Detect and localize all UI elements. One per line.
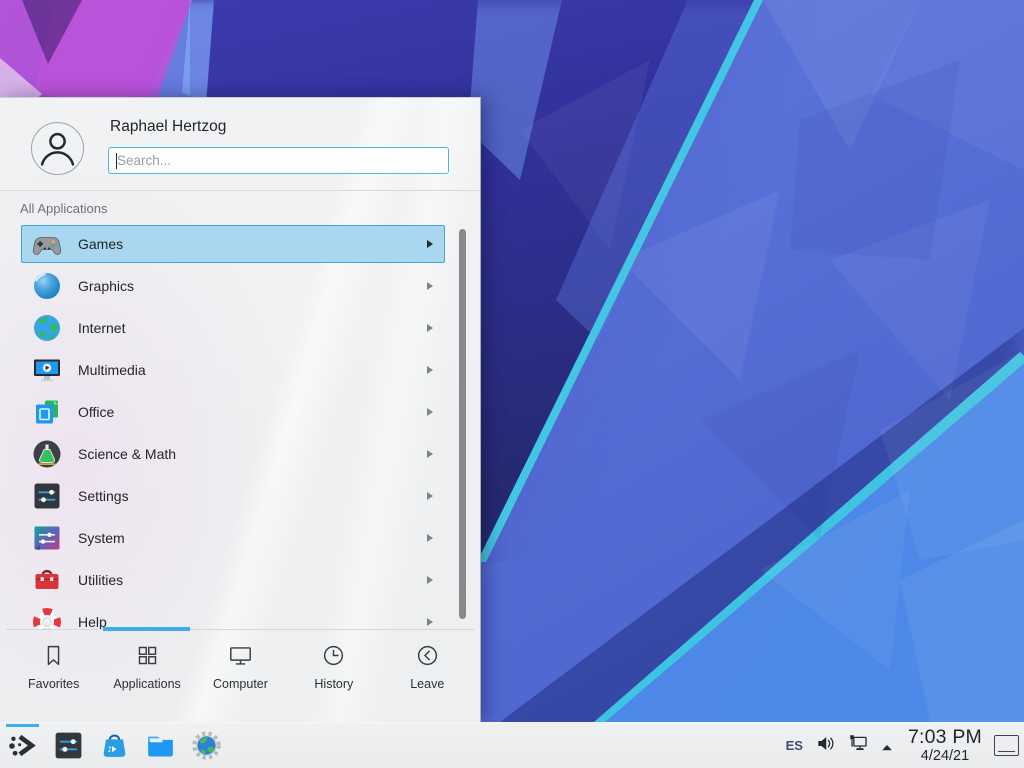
submenu-arrow-icon [427, 282, 433, 290]
tab-applications[interactable]: Applications [100, 631, 193, 721]
user-name: Raphael Hertzog [110, 118, 226, 136]
tab-label: Leave [410, 677, 444, 691]
network-icon[interactable] [847, 732, 870, 755]
tab-label: History [314, 677, 353, 691]
tab-leave[interactable]: Leave [381, 631, 474, 721]
submenu-arrow-icon [427, 324, 433, 332]
help-icon [31, 606, 63, 629]
scrollbar[interactable] [459, 229, 466, 619]
app-launcher-icon [6, 729, 39, 762]
category-office[interactable]: Office [21, 393, 445, 431]
multimedia-icon [31, 354, 63, 386]
tab-computer[interactable]: Computer [194, 631, 287, 721]
utilities-icon [31, 564, 63, 596]
folder-icon [144, 729, 177, 762]
system-icon [31, 522, 63, 554]
submenu-arrow-icon [427, 408, 433, 416]
category-label: Settings [78, 488, 129, 504]
submenu-arrow-icon [427, 576, 433, 584]
office-icon [31, 396, 63, 428]
digital-clock[interactable]: 7:03 PM 4/24/21 [908, 728, 982, 764]
taskbar: ES 7:03 PM 4/24/21 [0, 722, 1024, 768]
taskbar-launchers [6, 723, 223, 768]
system-tray: ES 7:03 PM 4/24/21 [786, 723, 1024, 768]
category-label: Multimedia [78, 362, 146, 378]
category-label: Office [78, 404, 114, 420]
category-internet[interactable]: Internet [21, 309, 445, 347]
category-label: System [78, 530, 125, 546]
monitor-icon [227, 642, 254, 669]
keyboard-layout-indicator[interactable]: ES [786, 738, 803, 753]
user-avatar[interactable] [31, 122, 84, 175]
category-graphics[interactable]: Graphics [21, 267, 445, 305]
tab-label: Computer [213, 677, 268, 691]
application-launcher-menu: Raphael Hertzog All Applications Games G… [0, 97, 481, 722]
category-label: Utilities [78, 572, 123, 588]
taskbar-launcher-application-launcher[interactable] [6, 729, 39, 762]
tab-favorites[interactable]: Favorites [7, 631, 100, 721]
submenu-arrow-icon [427, 492, 433, 500]
category-help[interactable]: Help [21, 603, 445, 629]
submenu-arrow-icon [427, 534, 433, 542]
submenu-arrow-icon [427, 240, 433, 248]
search-box[interactable] [108, 147, 449, 174]
submenu-arrow-icon [427, 366, 433, 374]
category-label: Internet [78, 320, 125, 336]
category-science-math[interactable]: Science & Math [21, 435, 445, 473]
search-input[interactable] [109, 148, 448, 173]
category-games[interactable]: Games [21, 225, 445, 263]
caret-up-icon[interactable] [880, 741, 894, 755]
category-label: Games [78, 236, 123, 252]
discover-icon [98, 729, 131, 762]
clock-icon [320, 642, 347, 669]
taskbar-launcher-discover[interactable] [98, 729, 131, 762]
volume-icon[interactable] [814, 732, 837, 755]
graphics-icon [31, 270, 63, 302]
tab-label: Applications [113, 677, 180, 691]
category-utilities[interactable]: Utilities [21, 561, 445, 599]
bookmark-icon [40, 642, 67, 669]
tab-history[interactable]: History [287, 631, 380, 721]
leave-icon [414, 642, 441, 669]
active-task-indicator [6, 724, 39, 727]
tray-icons [814, 732, 904, 760]
submenu-arrow-icon [427, 618, 433, 626]
user-icon [32, 123, 83, 174]
submenu-arrow-icon [427, 450, 433, 458]
category-list: Games Graphics Internet Multimedia Offic… [21, 225, 445, 629]
taskbar-launcher-web-browser[interactable] [190, 729, 223, 762]
gamepad-icon [31, 228, 63, 260]
desktop: Raphael Hertzog All Applications Games G… [0, 0, 1024, 768]
show-desktop-button[interactable] [994, 735, 1019, 756]
launcher-header: Raphael Hertzog [0, 98, 480, 191]
taskbar-launcher-file-manager[interactable] [144, 729, 177, 762]
text-cursor [116, 153, 117, 169]
settings-icon [31, 480, 63, 512]
category-multimedia[interactable]: Multimedia [21, 351, 445, 389]
clock-time: 7:03 PM [908, 728, 982, 748]
category-label: Graphics [78, 278, 134, 294]
category-settings[interactable]: Settings [21, 477, 445, 515]
category-label: Science & Math [78, 446, 176, 462]
clock-date: 4/24/21 [908, 749, 982, 764]
tab-label: Favorites [28, 677, 79, 691]
section-label: All Applications [20, 201, 107, 216]
category-system[interactable]: System [21, 519, 445, 557]
browser-globe-icon [190, 729, 223, 762]
tab-bar: Favorites Applications Computer History … [7, 631, 474, 721]
grid-icon [134, 642, 161, 669]
settings-icon [52, 729, 85, 762]
taskbar-launcher-system-settings[interactable] [52, 729, 85, 762]
active-tab-indicator [103, 627, 190, 631]
footer-divider [6, 629, 474, 630]
internet-icon [31, 312, 63, 344]
science-icon [31, 438, 63, 470]
